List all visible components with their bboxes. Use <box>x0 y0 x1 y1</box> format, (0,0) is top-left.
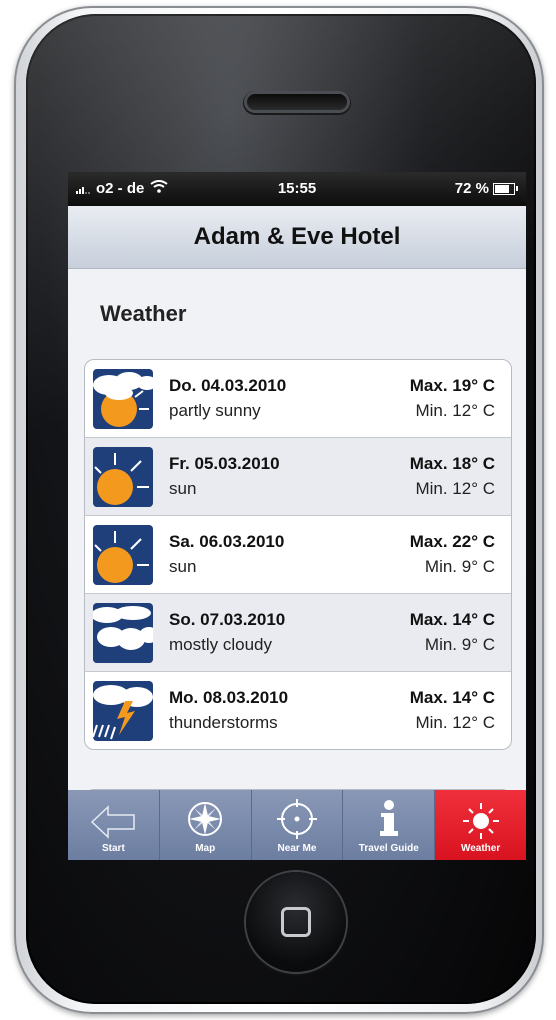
forecast-date: Sa. 06.03.2010 <box>169 532 285 551</box>
forecast-condition: thunderstorms <box>169 713 278 732</box>
forecast-max: Max. 18° C <box>409 454 495 473</box>
battery-percent: 72 % <box>454 180 489 197</box>
tab-weather[interactable]: Weather <box>434 790 526 860</box>
forecast-condition: sun <box>169 479 197 498</box>
tab-travel-guide[interactable]: Travel Guide <box>342 790 435 860</box>
forecast-temperatures: Max. 18° C Min. 12° C <box>410 454 495 499</box>
compass-icon <box>188 802 223 836</box>
page-title: Adam & Eve Hotel <box>193 223 401 250</box>
cloudy-icon <box>93 602 153 663</box>
target-icon <box>276 799 317 839</box>
forecast-temperatures: Max. 19° C Min. 12° C <box>410 376 495 421</box>
status-bar: o2 - de 15:55 72 % <box>68 172 526 206</box>
sun-icon <box>93 524 153 585</box>
forecast-min: Min. 12° C <box>415 479 495 498</box>
forecast-row[interactable]: Mo. 08.03.2010 thunderstorms Max. 14° C … <box>85 671 511 749</box>
forecast-condition: sun <box>169 557 197 576</box>
tab-label: Travel Guide <box>358 843 419 854</box>
thunderstorm-icon <box>93 680 153 741</box>
battery-icon <box>493 182 515 195</box>
tab-near-me[interactable]: Near Me <box>250 790 343 860</box>
forecast-text: Sa. 06.03.2010 sun <box>169 532 410 577</box>
section-title: Weather <box>100 301 187 326</box>
forecast-min: Min. 12° C <box>415 713 495 732</box>
weather-sun-icon <box>462 803 499 839</box>
forecast-date: So. 07.03.2010 <box>169 610 286 629</box>
partly-sunny-icon <box>93 368 153 429</box>
app-screen: o2 - de 15:55 72 % Adam & Eve Hotel Weat… <box>68 172 526 860</box>
forecast-list: Do. 04.03.2010 partly sunny Max. 19° C M… <box>84 359 512 750</box>
info-icon <box>379 800 398 836</box>
sun-icon <box>93 446 153 507</box>
forecast-text: Mo. 08.03.2010 thunderstorms <box>169 688 410 733</box>
forecast-row[interactable]: So. 07.03.2010 mostly cloudy Max. 14° C … <box>85 593 511 671</box>
tab-map[interactable]: Map <box>158 790 251 860</box>
battery-tip <box>516 186 518 191</box>
forecast-temperatures: Max. 22° C Min. 9° C <box>410 532 495 577</box>
tab-start[interactable]: Start <box>68 790 159 860</box>
forecast-date: Fr. 05.03.2010 <box>169 454 280 473</box>
earpiece-speaker <box>247 94 347 110</box>
forecast-temperatures: Max. 14° C Min. 12° C <box>410 688 495 733</box>
forecast-max: Max. 19° C <box>409 376 495 395</box>
tab-label: Start <box>102 843 125 854</box>
forecast-max: Max. 14° C <box>409 610 495 629</box>
forecast-temperatures: Max. 14° C Min. 9° C <box>410 610 495 655</box>
home-square <box>281 907 311 937</box>
forecast-row[interactable]: Do. 04.03.2010 partly sunny Max. 19° C M… <box>85 360 511 437</box>
forecast-date: Do. 04.03.2010 <box>169 376 287 395</box>
forecast-row[interactable]: Fr. 05.03.2010 sun Max. 18° C Min. 12° C <box>85 437 511 515</box>
forecast-max: Max. 14° C <box>409 688 495 707</box>
content-area: Weather Do. 04.03.2010 partly sunny Max.… <box>68 269 526 860</box>
forecast-min: Min. 9° C <box>424 557 495 576</box>
forecast-text: Do. 04.03.2010 partly sunny <box>169 376 410 421</box>
forecast-condition: partly sunny <box>169 401 261 420</box>
forecast-date: Mo. 08.03.2010 <box>169 688 289 707</box>
battery-group: 72 % <box>455 180 518 197</box>
forecast-condition: mostly cloudy <box>169 635 272 654</box>
forecast-text: Fr. 05.03.2010 sun <box>169 454 410 499</box>
forecast-min: Min. 9° C <box>424 635 495 654</box>
home-button[interactable] <box>246 872 346 972</box>
forecast-text: So. 07.03.2010 mostly cloudy <box>169 610 410 655</box>
tab-bar: Start Map Near Me Travel Guide Weather <box>68 790 526 860</box>
tab-label: Weather <box>460 843 501 854</box>
back-arrow-icon <box>91 805 136 839</box>
navigation-bar: Adam & Eve Hotel <box>68 206 526 269</box>
tab-label: Map <box>195 843 216 854</box>
tab-label: Near Me <box>277 843 317 854</box>
forecast-min: Min. 12° C <box>415 401 495 420</box>
forecast-max: Max. 22° C <box>409 532 495 551</box>
forecast-row[interactable]: Sa. 06.03.2010 sun Max. 22° C Min. 9° C <box>85 515 511 593</box>
